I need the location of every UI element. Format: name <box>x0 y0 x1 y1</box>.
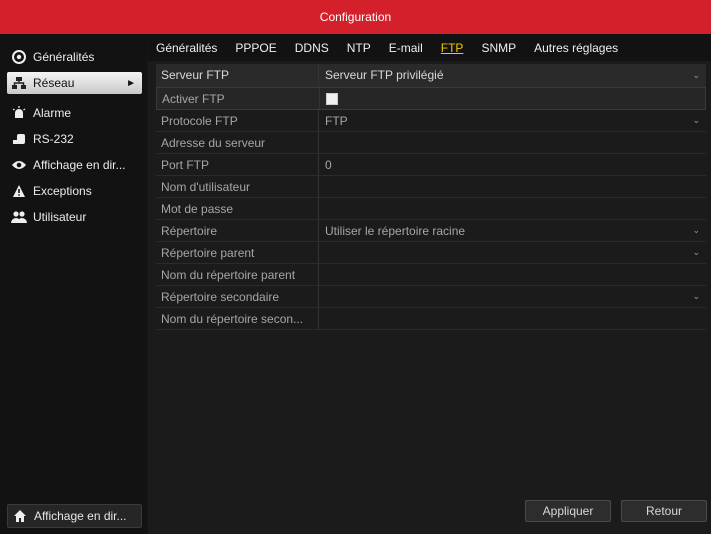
sidebar-item-utilisateur[interactable]: Utilisateur <box>7 206 142 228</box>
field-label: Nom du répertoire parent <box>156 264 319 285</box>
field-label: Serveur FTP <box>156 64 319 86</box>
network-icon <box>11 75 27 91</box>
password-input[interactable] <box>319 198 706 219</box>
secondary-directory-name-input[interactable] <box>319 308 706 329</box>
secondary-directory-name-row: Nom du répertoire secon... <box>156 308 706 330</box>
ftp-server-select[interactable]: Serveur FTP privilégié <box>319 64 706 86</box>
tab-pppoe[interactable]: PPPOE <box>235 41 276 55</box>
field-label: Adresse du serveur <box>156 132 319 153</box>
chevron-down-icon[interactable]: ⌄ <box>692 225 700 236</box>
field-label: Répertoire parent <box>156 242 319 263</box>
field-label: Répertoire <box>156 220 319 241</box>
serial-port-icon <box>11 131 27 147</box>
tab-ddns[interactable]: DDNS <box>295 41 329 55</box>
chevron-right-icon: ► <box>126 77 136 89</box>
field-label: Activer FTP <box>157 88 320 109</box>
sidebar-item-label: Exceptions <box>33 184 92 198</box>
ftp-port-row: Port FTP 0 <box>156 154 706 176</box>
sidebar-item-alarme[interactable]: Alarme <box>7 102 142 124</box>
sidebar-item-rs232[interactable]: RS-232 <box>7 128 142 150</box>
live-view-label: Affichage en dir... <box>34 509 127 523</box>
live-view-button[interactable]: Affichage en dir... <box>7 504 142 528</box>
alarm-icon <box>11 105 27 121</box>
enable-ftp-checkbox[interactable] <box>326 92 338 105</box>
server-address-input[interactable] <box>319 132 706 153</box>
sidebar: Généralités Réseau ► Alarme RS-232 Affic… <box>0 34 146 534</box>
users-icon <box>11 209 27 225</box>
ftp-settings-form: Serveur FTP Serveur FTP privilégié ⌄ Act… <box>156 64 706 330</box>
parent-directory-row[interactable]: Répertoire parent ⌄ <box>156 242 706 264</box>
password-row: Mot de passe <box>156 198 706 220</box>
sidebar-item-reseau[interactable]: Réseau ► <box>7 72 142 94</box>
tab-bar: Généralités PPPOE DDNS NTP E-mail FTP SN… <box>148 34 711 61</box>
sidebar-item-label: RS-232 <box>33 132 74 146</box>
back-button[interactable]: Retour <box>621 500 707 522</box>
ftp-protocol-select[interactable]: FTP <box>319 110 706 131</box>
home-icon <box>12 508 28 524</box>
directory-select[interactable]: Utiliser le répertoire racine <box>319 220 706 241</box>
chevron-down-icon[interactable]: ⌄ <box>692 247 700 258</box>
sidebar-item-label: Utilisateur <box>33 210 87 224</box>
parent-directory-name-row: Nom du répertoire parent <box>156 264 706 286</box>
eye-icon <box>11 157 27 173</box>
username-input[interactable] <box>319 176 706 197</box>
server-address-row: Adresse du serveur <box>156 132 706 154</box>
sidebar-item-exceptions[interactable]: Exceptions <box>7 180 142 202</box>
secondary-directory-row[interactable]: Répertoire secondaire ⌄ <box>156 286 706 308</box>
parent-directory-select[interactable] <box>319 242 706 263</box>
ftp-port-input[interactable]: 0 <box>319 154 706 175</box>
sidebar-item-generalites[interactable]: Généralités <box>7 46 142 68</box>
main-panel: Généralités PPPOE DDNS NTP E-mail FTP SN… <box>148 34 711 534</box>
chevron-down-icon[interactable]: ⌄ <box>692 70 700 81</box>
tab-ntp[interactable]: NTP <box>347 41 371 55</box>
field-label: Mot de passe <box>156 198 319 219</box>
tab-autres-reglages[interactable]: Autres réglages <box>534 41 618 55</box>
field-label: Protocole FTP <box>156 110 319 131</box>
warning-icon <box>11 183 27 199</box>
sidebar-item-label: Généralités <box>33 50 95 64</box>
tab-snmp[interactable]: SNMP <box>481 41 516 55</box>
chevron-down-icon[interactable]: ⌄ <box>692 115 700 126</box>
tab-ftp[interactable]: FTP <box>441 41 464 55</box>
username-row: Nom d'utilisateur <box>156 176 706 198</box>
field-label: Port FTP <box>156 154 319 175</box>
sidebar-item-label: Affichage en dir... <box>33 158 126 172</box>
ftp-protocol-row[interactable]: Protocole FTP FTP ⌄ <box>156 110 706 132</box>
tab-email[interactable]: E-mail <box>389 41 423 55</box>
apply-button[interactable]: Appliquer <box>525 500 611 522</box>
field-label: Nom d'utilisateur <box>156 176 319 197</box>
parent-directory-name-input[interactable] <box>319 264 706 285</box>
directory-row[interactable]: Répertoire Utiliser le répertoire racine… <box>156 220 706 242</box>
tab-generalites[interactable]: Généralités <box>156 41 217 55</box>
enable-ftp-row: Activer FTP <box>156 87 706 110</box>
window-title: Configuration <box>0 0 711 34</box>
gear-icon <box>11 49 27 65</box>
chevron-down-icon[interactable]: ⌄ <box>692 291 700 302</box>
sidebar-item-label: Alarme <box>33 106 72 120</box>
field-label: Répertoire secondaire <box>156 286 319 307</box>
sidebar-item-affichage[interactable]: Affichage en dir... <box>7 154 142 176</box>
secondary-directory-select[interactable] <box>319 286 706 307</box>
field-label: Nom du répertoire secon... <box>156 308 319 329</box>
ftp-server-row[interactable]: Serveur FTP Serveur FTP privilégié ⌄ <box>156 64 706 87</box>
sidebar-item-label: Réseau <box>33 76 75 90</box>
